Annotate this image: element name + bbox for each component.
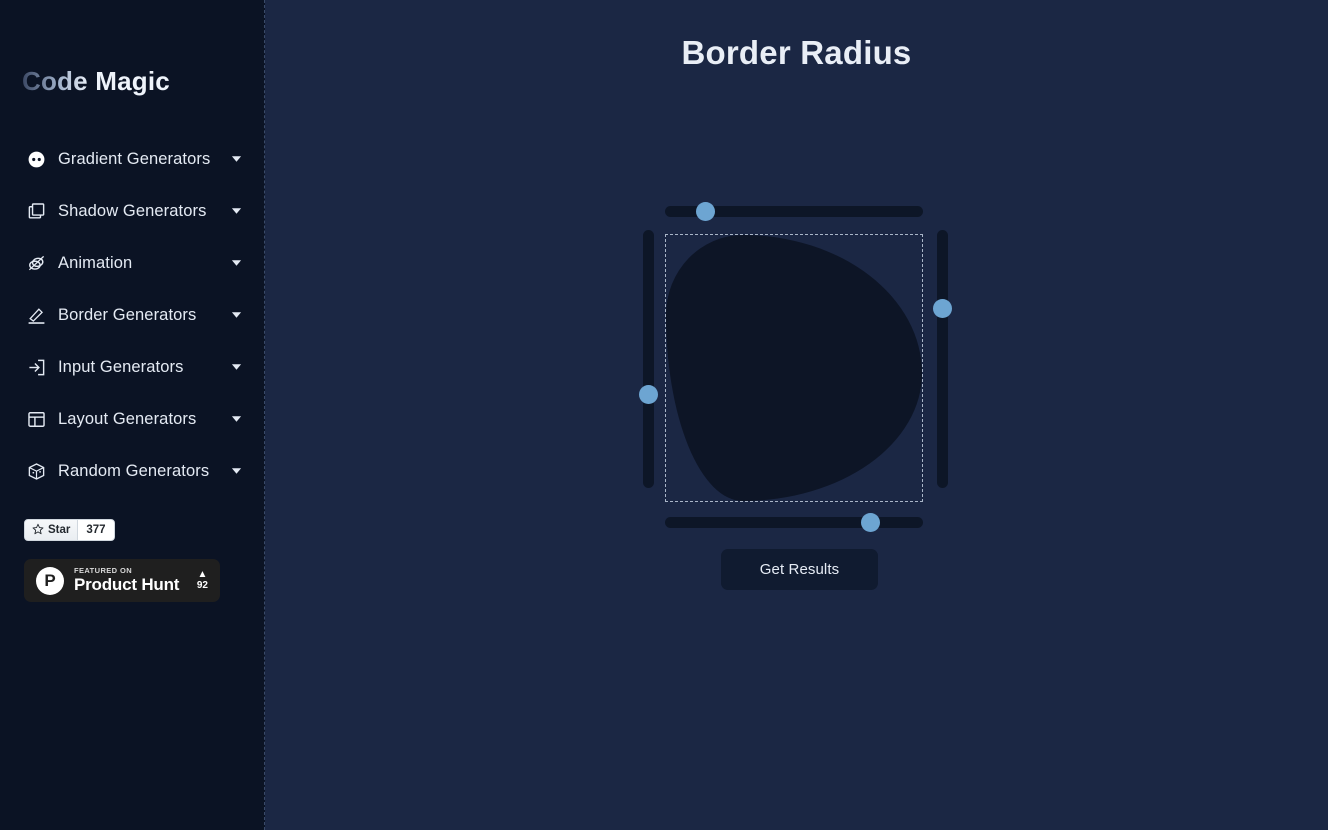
product-hunt-text: FEATURED ON Product Hunt bbox=[74, 567, 179, 595]
border-radius-editor bbox=[639, 200, 952, 538]
left-radius-slider[interactable] bbox=[639, 230, 658, 488]
right-radius-slider-thumb[interactable] bbox=[933, 299, 952, 319]
gradient-circle-icon bbox=[26, 149, 47, 170]
product-hunt-subtitle: FEATURED ON bbox=[74, 565, 133, 575]
sidebar-item-layout-generators[interactable]: Layout Generators bbox=[0, 393, 265, 445]
sidebar-item-label: Random Generators bbox=[58, 461, 210, 480]
product-hunt-logo-icon: P bbox=[36, 566, 64, 595]
page-title: Border Radius bbox=[681, 34, 912, 71]
square-shadow-icon bbox=[26, 201, 47, 222]
star-icon bbox=[32, 523, 44, 538]
sidebar-item-animation[interactable]: Animation bbox=[0, 237, 265, 289]
product-hunt-vote-count: 92 bbox=[196, 580, 208, 591]
radius-preview-box bbox=[665, 234, 923, 502]
left-radius-slider-thumb[interactable] bbox=[639, 385, 658, 405]
chevron-down-icon[interactable] bbox=[229, 152, 243, 166]
github-star-main[interactable]: Star bbox=[25, 520, 78, 540]
animation-rings-icon bbox=[26, 253, 47, 274]
chevron-down-icon[interactable] bbox=[229, 360, 243, 374]
logo-text-code: Code bbox=[22, 66, 88, 96]
pencil-underline-icon bbox=[26, 305, 47, 326]
sidebar-nav: Gradient Generators Shadow Generators An… bbox=[0, 133, 265, 497]
chevron-down-icon[interactable] bbox=[229, 308, 243, 322]
sidebar-badges: Star 377 P FEATURED ON Product Hunt ▲ 92 bbox=[24, 519, 220, 602]
sidebar-item-random-generators[interactable]: Random Generators bbox=[0, 445, 265, 497]
bottom-radius-slider-thumb[interactable] bbox=[860, 513, 880, 532]
logo-text-magic: Magic bbox=[87, 66, 170, 96]
sidebar-item-label: Shadow Generators bbox=[58, 201, 207, 220]
get-results-button[interactable]: Get Results bbox=[721, 549, 878, 590]
sidebar-item-border-generators[interactable]: Border Generators bbox=[0, 289, 265, 341]
bottom-radius-slider[interactable] bbox=[665, 513, 923, 532]
app-logo[interactable]: Code Magic bbox=[22, 66, 170, 97]
chevron-down-icon[interactable] bbox=[229, 204, 243, 218]
github-star-button[interactable]: Star 377 bbox=[24, 519, 115, 541]
sidebar-item-input-generators[interactable]: Input Generators bbox=[0, 341, 265, 393]
upvote-arrow-icon: ▲ bbox=[197, 569, 208, 580]
main-content: Border Radius Get Results bbox=[265, 0, 1328, 830]
app-root: Code Magic Gradient Generators Shadow Ge… bbox=[0, 0, 1328, 830]
top-radius-slider-thumb[interactable] bbox=[696, 202, 716, 221]
github-star-label: Star bbox=[48, 524, 71, 536]
chevron-down-icon[interactable] bbox=[229, 464, 243, 478]
sidebar-item-label: Input Generators bbox=[58, 357, 184, 376]
github-star-count[interactable]: 377 bbox=[77, 520, 114, 540]
chevron-down-icon[interactable] bbox=[229, 256, 243, 270]
top-radius-slider[interactable] bbox=[665, 202, 923, 221]
chevron-down-icon[interactable] bbox=[229, 412, 243, 426]
sidebar-item-label: Gradient Generators bbox=[58, 149, 211, 168]
sidebar-item-label: Animation bbox=[58, 253, 133, 272]
sidebar-item-shadow-generators[interactable]: Shadow Generators bbox=[0, 185, 265, 237]
product-hunt-votes: ▲ 92 bbox=[197, 570, 208, 591]
sidebar: Code Magic Gradient Generators Shadow Ge… bbox=[0, 0, 265, 830]
layout-grid-icon bbox=[26, 409, 47, 430]
dice-cube-icon bbox=[26, 461, 47, 482]
sidebar-item-label: Layout Generators bbox=[58, 409, 197, 428]
sidebar-item-label: Border Generators bbox=[58, 305, 197, 324]
product-hunt-title: Product Hunt bbox=[74, 575, 180, 595]
login-arrow-icon bbox=[26, 357, 47, 378]
sidebar-item-gradient-generators[interactable]: Gradient Generators bbox=[0, 133, 265, 185]
product-hunt-badge[interactable]: P FEATURED ON Product Hunt ▲ 92 bbox=[24, 559, 220, 602]
right-radius-slider[interactable] bbox=[933, 230, 952, 488]
radius-preview-shape bbox=[666, 235, 922, 501]
